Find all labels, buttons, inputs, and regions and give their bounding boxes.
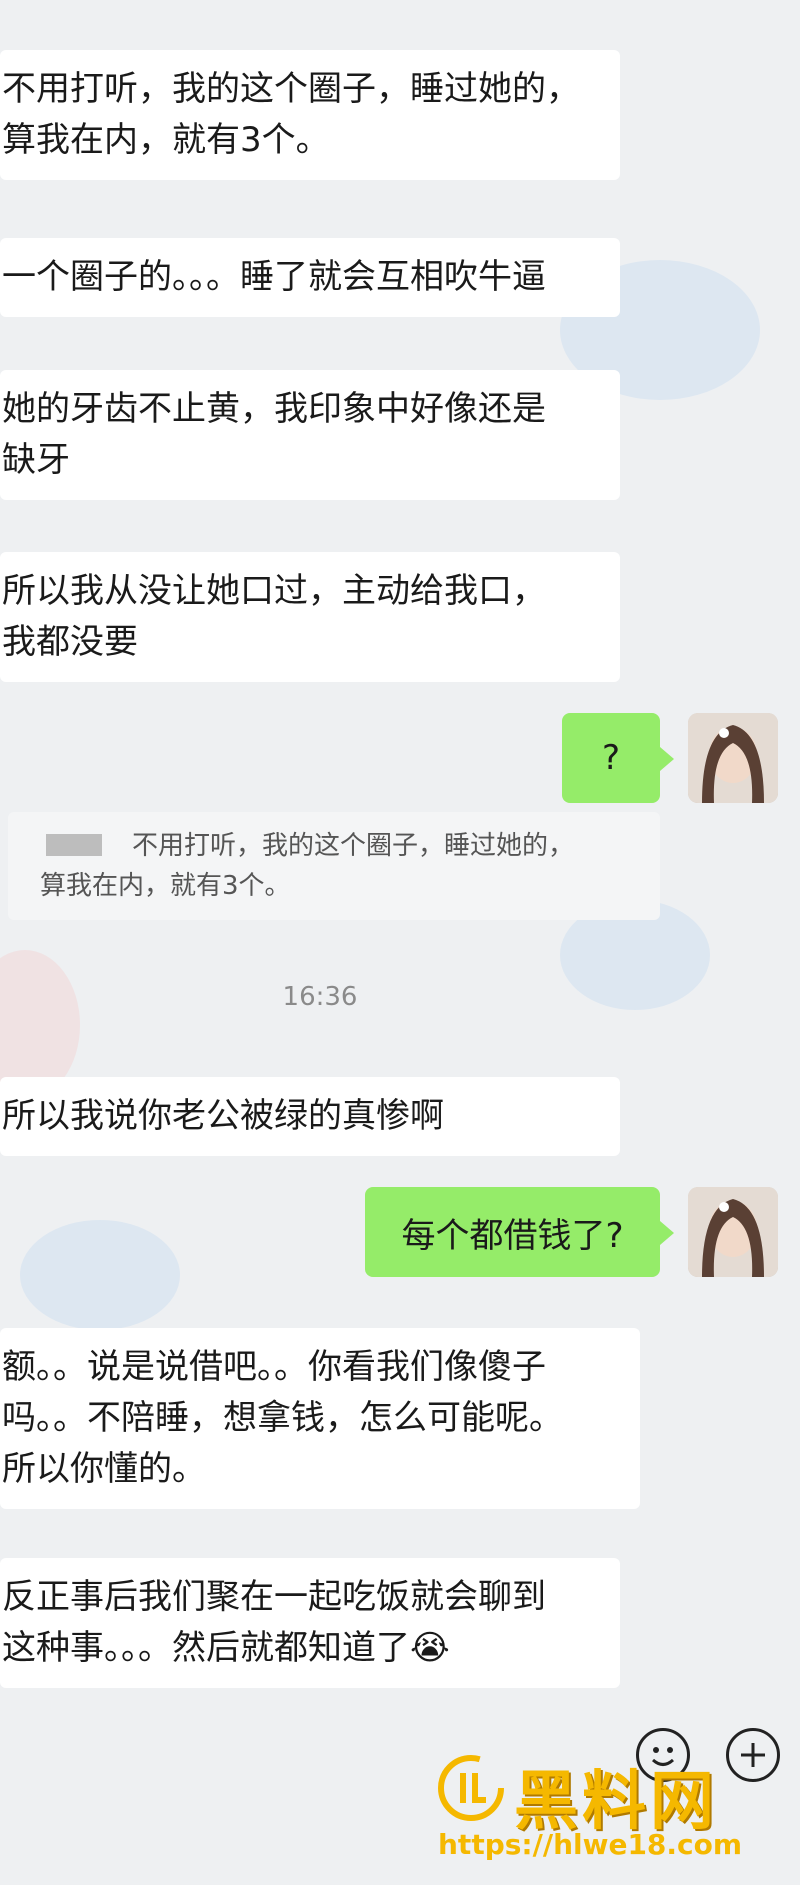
quote-line: 不用打听，我的这个圈子，睡过她的，: [132, 831, 575, 861]
incoming-message[interactable]: 一个圈子的。。。睡了就会互相吹牛逼: [0, 238, 620, 317]
message-text: ?: [601, 738, 621, 778]
avatar-image: [688, 1187, 778, 1277]
add-icon[interactable]: [726, 1728, 780, 1782]
watermark-logo: [438, 1755, 504, 1821]
message-line: 反正事后我们聚在一起吃饭就会聊到: [2, 1577, 546, 1617]
quote-line: 算我在内，就有3个。: [40, 871, 291, 901]
avatar-image: [688, 713, 778, 803]
message-text: 每个都借钱了?: [401, 1215, 624, 1256]
watermark-url: https://hlwe18.com: [438, 1828, 743, 1861]
message-line: 她的牙齿不止黄，我印象中好像还是: [2, 389, 546, 429]
message-line: 所以你懂的。: [2, 1449, 206, 1489]
incoming-message[interactable]: 所以我从没让她口过，主动给我口， 我都没要: [0, 552, 620, 682]
plus-glyph: [741, 1743, 765, 1767]
message-line: 一个圈子的。。。睡了就会互相吹牛逼: [2, 257, 546, 297]
message-line: 所以我从没让她口过，主动给我口，: [2, 571, 546, 611]
message-line: 我都没要: [2, 622, 138, 662]
incoming-message[interactable]: 反正事后我们聚在一起吃饭就会聊到 这种事。。。然后就都知道了😭: [0, 1558, 620, 1688]
bg-decoration: [20, 1220, 180, 1330]
message-line: 缺牙: [2, 440, 70, 480]
message-line: 算我在内，就有3个。: [2, 120, 330, 160]
quote-sender-avatar: [46, 834, 102, 856]
avatar[interactable]: [688, 713, 778, 803]
message-line: 所以我说你老公被绿的真惨啊: [2, 1096, 444, 1136]
incoming-message[interactable]: 不用打听，我的这个圈子，睡过她的， 算我在内，就有3个。: [0, 50, 620, 180]
message-line: 吗。。不陪睡，想拿钱，怎么可能呢。: [2, 1398, 563, 1438]
hl-logo-icon: [438, 1755, 504, 1821]
incoming-message[interactable]: 所以我说你老公被绿的真惨啊: [0, 1077, 620, 1156]
incoming-message[interactable]: 额。。说是说借吧。。你看我们像傻子 吗。。不陪睡，想拿钱，怎么可能呢。 所以你懂…: [0, 1328, 640, 1509]
incoming-message[interactable]: 她的牙齿不止黄，我印象中好像还是 缺牙: [0, 370, 620, 500]
outgoing-message[interactable]: ?: [562, 713, 674, 803]
quoted-message[interactable]: 不用打听，我的这个圈子，睡过她的， 算我在内，就有3个。: [8, 812, 660, 920]
avatar[interactable]: [688, 1187, 778, 1277]
timestamp: 16:36: [282, 982, 358, 1012]
message-line: 不用打听，我的这个圈子，睡过她的，: [2, 69, 580, 109]
outgoing-message[interactable]: 每个都借钱了?: [365, 1187, 674, 1277]
message-line: 额。。说是说借吧。。你看我们像傻子: [2, 1347, 546, 1387]
message-line: 这种事。。。然后就都知道了😭: [2, 1628, 450, 1668]
